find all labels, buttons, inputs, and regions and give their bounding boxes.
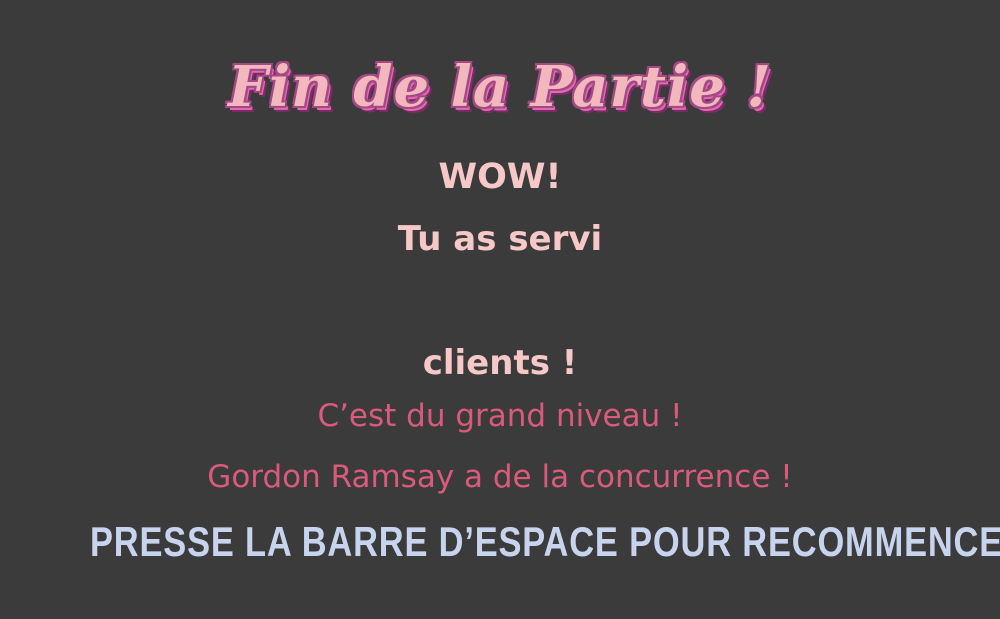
compliment-message: C’est du grand niveau !: [317, 398, 683, 434]
wow-message: WOW!: [438, 157, 562, 197]
served-prefix-text: Tu as servi: [397, 219, 603, 259]
served-clients-text: clients !: [422, 343, 578, 383]
game-over-title: Fin de la Partie !: [228, 54, 772, 120]
game-over-screen: Fin de la Partie ! WOW! Tu as servi clie…: [0, 0, 1000, 619]
ramsay-message: Gordon Ramsay a de la concurrence !: [207, 459, 793, 495]
restart-prompt[interactable]: PRESSE LA BARRE D’ESPACE POUR RECOMMENCE…: [90, 516, 1000, 568]
served-count-value: [0, 283, 1000, 331]
